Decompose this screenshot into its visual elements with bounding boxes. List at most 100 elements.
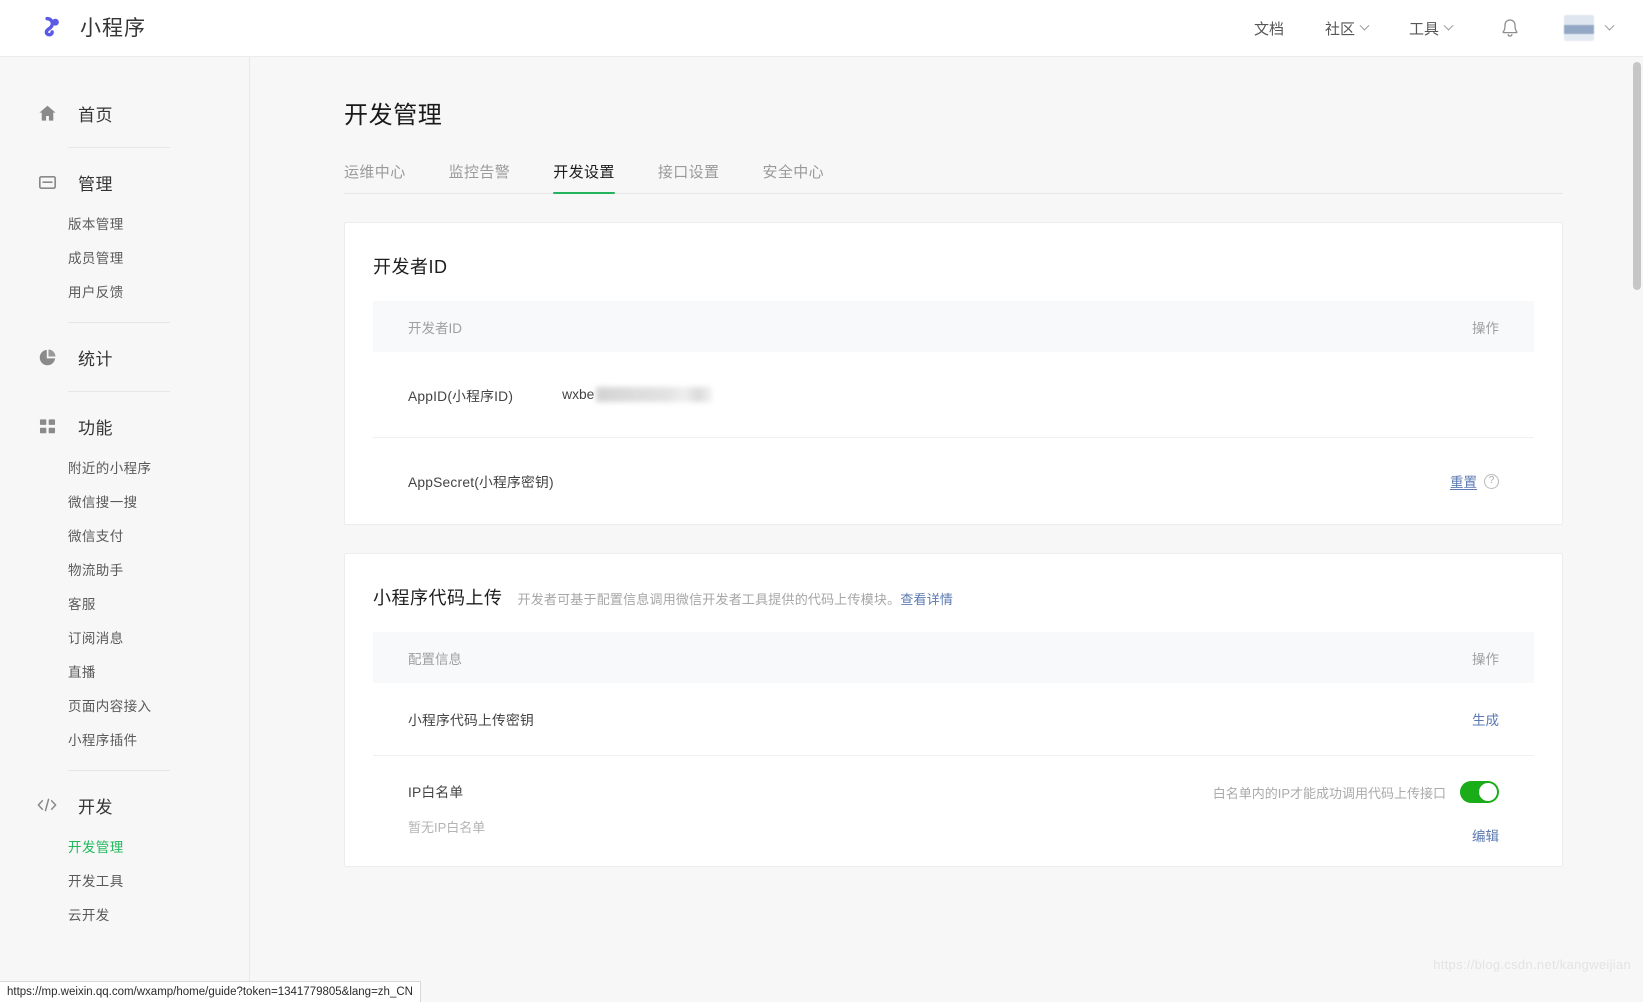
sidebar-item-miniprogram-plugin[interactable]: 小程序插件	[0, 722, 249, 756]
card-title: 小程序代码上传	[373, 588, 503, 608]
sidebar-item-wechat-pay[interactable]: 微信支付	[0, 518, 249, 552]
row-label-appid: AppID(小程序ID)	[408, 388, 514, 404]
sidebar-label: 管理	[78, 174, 113, 194]
topnav-label: 工具	[1408, 20, 1439, 38]
edit-ip-whitelist-link[interactable]: 编辑	[1472, 829, 1499, 844]
sidebar-label: 统计	[78, 349, 113, 369]
column-header-operation: 操作	[1472, 651, 1499, 667]
sidebar-item-manage[interactable]: 管理	[0, 162, 249, 202]
sidebar-item-features[interactable]: 功能	[0, 406, 249, 446]
bell-icon	[1502, 19, 1518, 37]
tab-api-settings[interactable]: 接口设置	[658, 161, 720, 193]
scrollbar-thumb[interactable]	[1633, 62, 1641, 290]
row-label-ip-whitelist: IP白名单	[408, 785, 464, 800]
sidebar-divider	[68, 391, 170, 392]
brand-logo-group[interactable]: 小程序	[37, 13, 146, 43]
column-header-info: 配置信息	[408, 651, 462, 667]
sidebar-item-develop-manage[interactable]: 开发管理	[0, 829, 249, 863]
top-navigation: 文档 社区 工具	[1213, 15, 1615, 41]
sidebar-group-manage: 管理 版本管理 成员管理 用户反馈	[0, 162, 249, 323]
code-icon	[36, 794, 58, 816]
sidebar-item-live[interactable]: 直播	[0, 654, 249, 688]
grid-icon	[36, 415, 58, 437]
tab-ops-center[interactable]: 运维中心	[344, 161, 406, 193]
row-sub-actions: 编辑	[1472, 825, 1499, 845]
page-title: 开发管理	[344, 102, 443, 129]
topnav-item-tools[interactable]: 工具	[1408, 18, 1454, 39]
row-actions: 生成	[1472, 709, 1499, 729]
topnav-item-community[interactable]: 社区	[1324, 18, 1370, 39]
sidebar-item-develop-tools[interactable]: 开发工具	[0, 863, 249, 897]
row-label-appsecret: AppSecret(小程序密钥)	[408, 475, 554, 490]
chevron-down-icon	[1359, 20, 1370, 31]
sidebar-item-subscribe-message[interactable]: 订阅消息	[0, 620, 249, 654]
sidebar-item-page-content-access[interactable]: 页面内容接入	[0, 688, 249, 722]
user-account-menu[interactable]	[1564, 15, 1615, 41]
chevron-down-icon	[1604, 20, 1615, 31]
table-row: IP白名单 暂无IP白名单 白名单内的IP才能成功调用代码上传接口 编辑	[373, 756, 1534, 866]
row-ip-whitelist-info: IP白名单 暂无IP白名单	[408, 781, 485, 836]
appid-masked-value	[596, 387, 713, 402]
inbox-icon	[36, 171, 58, 193]
row-actions: 重置 ?	[1450, 471, 1499, 491]
card-header: 开发者ID	[373, 223, 1534, 301]
reset-appsecret-link[interactable]: 重置	[1450, 471, 1477, 491]
table-row: AppID(小程序ID) wxbe	[373, 352, 1534, 438]
top-header-bar: 小程序 文档 社区 工具	[0, 0, 1643, 57]
sidebar-item-nearby-miniprogram[interactable]: 附近的小程序	[0, 450, 249, 484]
topnav-label: 文档	[1253, 20, 1284, 38]
ip-whitelist-hint: 白名单内的IP才能成功调用代码上传接口	[1212, 785, 1446, 801]
column-header-info: 开发者ID	[408, 320, 462, 336]
watermark: https://blog.csdn.net/kangweijian	[1433, 957, 1631, 972]
row-label-upload-key: 小程序代码上传密钥	[408, 713, 534, 728]
sidebar-item-home[interactable]: 首页	[0, 93, 249, 133]
sidebar-item-customer-service[interactable]: 客服	[0, 586, 249, 620]
row-value-appid: wxbe	[562, 387, 713, 402]
tab-security-center[interactable]: 安全中心	[762, 161, 824, 193]
sidebar-group-develop: 开发 开发管理 开发工具 云开发	[0, 785, 249, 931]
tab-bar: 运维中心 监控告警 开发设置 接口设置 安全中心	[344, 157, 1563, 194]
tab-develop-settings[interactable]: 开发设置	[553, 161, 615, 194]
sidebar-item-member-manage[interactable]: 成员管理	[0, 240, 249, 274]
avatar	[1564, 15, 1594, 41]
pie-chart-icon	[36, 346, 58, 368]
main-content: 开发管理 运维中心 监控告警 开发设置 接口设置 安全中心 开发者ID 开发者I…	[250, 57, 1643, 1002]
sidebar-divider	[68, 770, 170, 771]
generate-upload-key-link[interactable]: 生成	[1472, 709, 1499, 729]
table-header: 配置信息 操作	[373, 632, 1534, 683]
table-row: AppSecret(小程序密钥) 重置 ?	[373, 438, 1534, 524]
toggle-knob	[1479, 783, 1497, 801]
card-code-upload: 小程序代码上传 开发者可基于配置信息调用微信开发者工具提供的代码上传模块。查看详…	[344, 553, 1563, 867]
sidebar-divider	[68, 147, 170, 148]
card-description-text: 开发者可基于配置信息调用微信开发者工具提供的代码上传模块。	[517, 592, 901, 607]
table-row: 小程序代码上传密钥 生成	[373, 683, 1534, 756]
brand-name: 小程序	[80, 16, 146, 40]
status-bar-url: https://mp.weixin.qq.com/wxamp/home/guid…	[0, 981, 421, 1002]
card-developer-id: 开发者ID 开发者ID 操作 AppID(小程序ID) wxbe AppSecr…	[344, 222, 1563, 525]
sidebar-item-develop[interactable]: 开发	[0, 785, 249, 825]
sidebar-label: 功能	[78, 418, 113, 438]
sidebar-item-user-feedback[interactable]: 用户反馈	[0, 274, 249, 308]
sidebar-item-logistics-assistant[interactable]: 物流助手	[0, 552, 249, 586]
sidebar-label: 开发	[78, 797, 113, 817]
sidebar-group-home: 首页	[0, 93, 249, 148]
sidebar: 首页 管理 版本管理 成员管理 用户反馈 统计 功能 附近的小程序 微信搜一搜 …	[0, 57, 250, 1002]
sidebar-item-wechat-search[interactable]: 微信搜一搜	[0, 484, 249, 518]
notifications-button[interactable]	[1500, 17, 1520, 39]
topnav-label: 社区	[1324, 20, 1355, 38]
table-header: 开发者ID 操作	[373, 301, 1534, 352]
ip-whitelist-empty-text: 暂无IP白名单	[408, 820, 486, 835]
sidebar-item-stats[interactable]: 统计	[0, 337, 249, 377]
sidebar-item-cloud-develop[interactable]: 云开发	[0, 897, 249, 931]
appid-value-prefix: wxbe	[562, 387, 595, 402]
home-icon	[36, 102, 58, 124]
ip-whitelist-toggle[interactable]	[1460, 781, 1499, 803]
card-header: 小程序代码上传 开发者可基于配置信息调用微信开发者工具提供的代码上传模块。查看详…	[373, 554, 1534, 632]
page-scrollbar[interactable]	[1630, 57, 1643, 1002]
card-description: 开发者可基于配置信息调用微信开发者工具提供的代码上传模块。查看详情	[518, 589, 954, 608]
topnav-item-docs[interactable]: 文档	[1254, 18, 1284, 39]
help-icon[interactable]: ?	[1484, 473, 1499, 489]
tab-monitor-alarm[interactable]: 监控告警	[449, 161, 511, 193]
sidebar-item-version-manage[interactable]: 版本管理	[0, 206, 249, 240]
view-details-link[interactable]: 查看详情	[900, 592, 953, 607]
